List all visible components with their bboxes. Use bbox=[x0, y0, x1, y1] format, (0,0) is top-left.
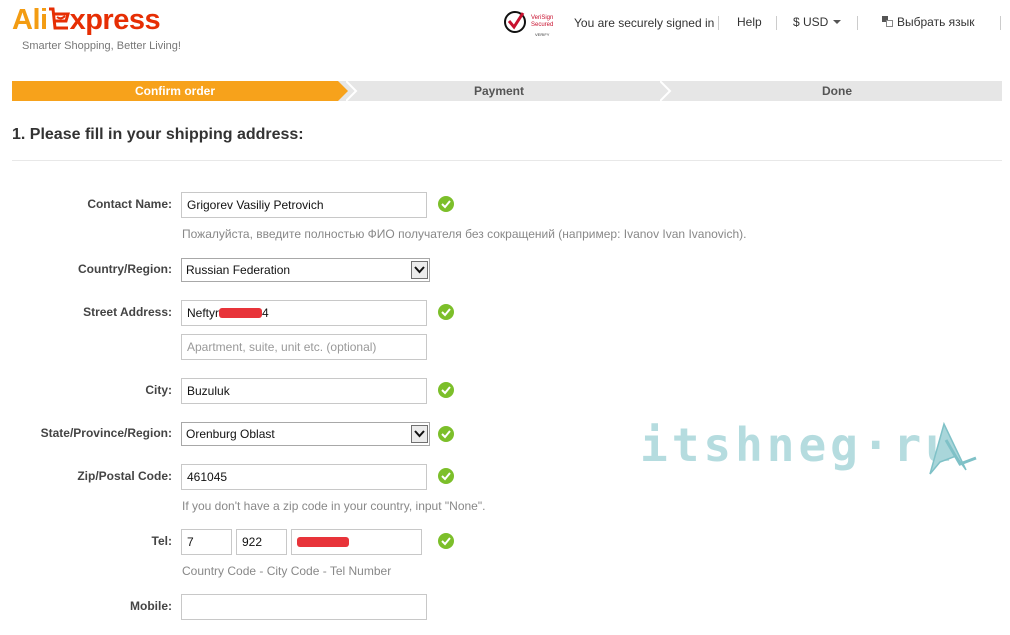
currency-selector[interactable]: $ USD bbox=[793, 15, 842, 29]
check-icon bbox=[438, 304, 454, 320]
contact-name-label: Contact Name: bbox=[87, 197, 172, 211]
check-icon bbox=[438, 468, 454, 484]
city-input[interactable]: Buzuluk bbox=[181, 378, 427, 404]
language-selector[interactable]: Выбрать язык bbox=[882, 15, 975, 29]
language-icon bbox=[882, 16, 893, 27]
chevron-down-icon bbox=[414, 430, 425, 438]
check-icon bbox=[438, 533, 454, 549]
select-dropdown-button[interactable] bbox=[411, 425, 428, 443]
top-bar: VeriSign Secured VERIFY You are securely… bbox=[500, 8, 1010, 38]
secure-signed-in-text: You are securely signed in bbox=[574, 16, 715, 30]
city-label: City: bbox=[145, 383, 172, 397]
help-link[interactable]: Help bbox=[737, 15, 762, 29]
section-title: 1. Please fill in your shipping address: bbox=[12, 126, 304, 143]
check-icon bbox=[438, 426, 454, 442]
badge-line2: Secured bbox=[531, 22, 553, 28]
language-label: Выбрать язык bbox=[897, 15, 975, 29]
step-payment: Payment bbox=[473, 84, 525, 98]
state-label: State/Province/Region: bbox=[40, 426, 172, 440]
country-value: Russian Federation bbox=[186, 263, 291, 277]
cart-logo-icon bbox=[48, 7, 70, 30]
tel-number-input[interactable] bbox=[291, 529, 422, 555]
street-address-label: Street Address: bbox=[83, 305, 172, 319]
badge-line3: VERIFY bbox=[535, 32, 550, 37]
street-address-suffix: 4 bbox=[262, 306, 269, 320]
tel-city-code-input[interactable]: 922 bbox=[236, 529, 287, 555]
tel-label: Tel: bbox=[151, 534, 172, 548]
tel-hint: Country Code - City Code - Tel Number bbox=[182, 564, 392, 578]
street-address-line2-input[interactable]: Apartment, suite, unit etc. (optional) bbox=[181, 334, 427, 360]
checkout-steps: Confirm order Payment Done bbox=[12, 81, 1002, 101]
separator bbox=[776, 16, 777, 30]
mobile-label: Mobile: bbox=[130, 599, 172, 613]
redaction-mark bbox=[297, 537, 349, 547]
divider bbox=[12, 160, 1002, 161]
aliexpress-logo[interactable]: Ali xpress bbox=[12, 4, 161, 36]
state-select[interactable]: Orenburg Oblast bbox=[181, 422, 430, 446]
tel-country-code-input[interactable]: 7 bbox=[181, 529, 232, 555]
badge-line1: VeriSign bbox=[531, 15, 553, 21]
separator bbox=[1000, 16, 1001, 30]
separator bbox=[718, 16, 719, 30]
check-icon bbox=[438, 382, 454, 398]
street-address-prefix: Neftyr bbox=[187, 306, 220, 320]
state-value: Orenburg Oblast bbox=[186, 427, 275, 441]
verisign-secured-badge[interactable]: VeriSign Secured VERIFY bbox=[503, 8, 561, 38]
step-confirm-order: Confirm order bbox=[12, 81, 338, 101]
watermark-text: itshneg·ru bbox=[640, 418, 957, 472]
watermark-logo-icon bbox=[929, 421, 977, 475]
country-label: Country/Region: bbox=[78, 262, 172, 276]
logo-ali-text: Ali bbox=[12, 4, 48, 36]
zip-label: Zip/Postal Code: bbox=[77, 469, 172, 483]
separator bbox=[857, 16, 858, 30]
tagline: Smarter Shopping, Better Living! bbox=[22, 40, 181, 52]
country-select[interactable]: Russian Federation bbox=[181, 258, 430, 282]
contact-name-hint: Пожалуйста, введите полностью ФИО получа… bbox=[182, 227, 747, 241]
currency-label: $ USD bbox=[793, 15, 829, 29]
check-icon bbox=[438, 196, 454, 212]
step-done: Done bbox=[822, 84, 852, 98]
zip-hint: If you don't have a zip code in your cou… bbox=[182, 499, 486, 513]
redaction-mark bbox=[219, 308, 263, 318]
logo-express-text: xpress bbox=[69, 4, 161, 36]
chevron-down-icon bbox=[414, 266, 425, 274]
step-divider-icon bbox=[660, 81, 672, 101]
street-address-input[interactable]: Neftyr 4 bbox=[181, 300, 427, 326]
zip-input[interactable]: 461045 bbox=[181, 464, 427, 490]
select-dropdown-button[interactable] bbox=[411, 261, 428, 279]
mobile-input[interactable] bbox=[181, 594, 427, 620]
contact-name-input[interactable]: Grigorev Vasiliy Petrovich bbox=[181, 192, 427, 218]
chevron-down-icon bbox=[833, 20, 842, 24]
